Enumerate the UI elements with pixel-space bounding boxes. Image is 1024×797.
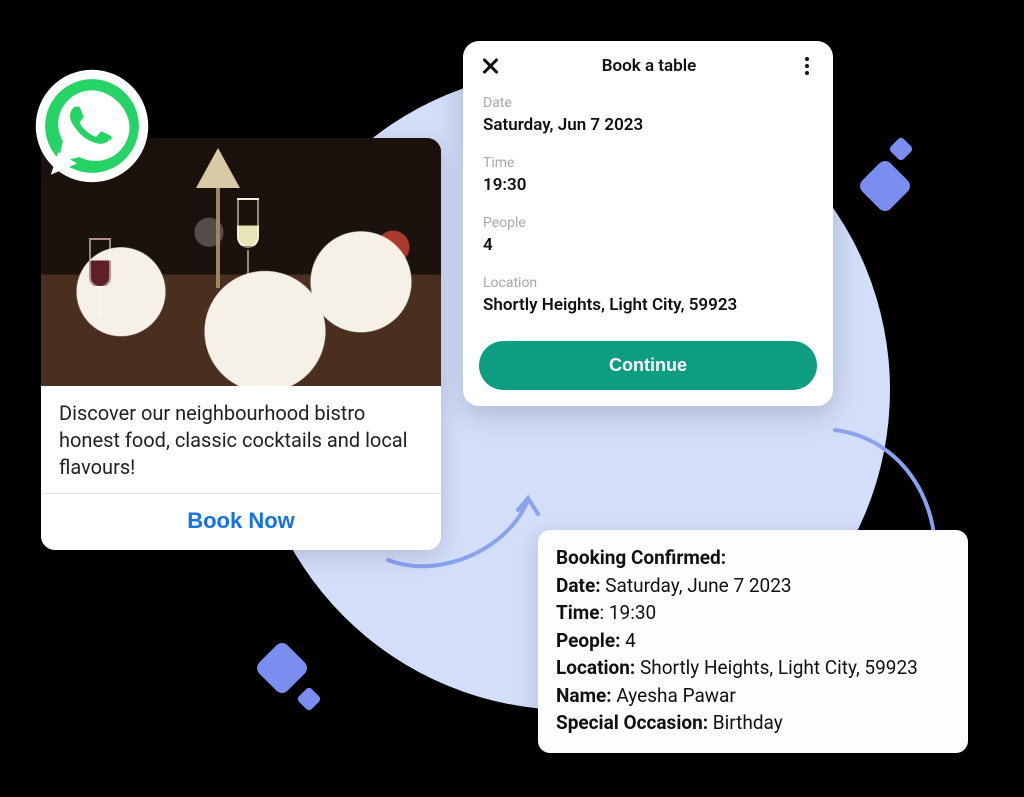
continue-button[interactable]: Continue [479, 341, 817, 390]
decorative-diamond [888, 136, 913, 161]
confirmation-date: Date: Saturday, June 7 2023 [556, 572, 950, 600]
panel-header: Book a table [463, 41, 833, 87]
whatsapp-logo-icon [32, 66, 152, 186]
book-now-button[interactable]: Book Now [41, 494, 441, 550]
more-options-icon[interactable] [797, 57, 817, 75]
booking-panel: Book a table Date Time People Location C… [463, 41, 833, 406]
confirmation-time: Time: 19:30 [556, 599, 950, 627]
confirmation-card: Booking Confirmed: Date: Saturday, June … [538, 530, 968, 753]
field-label: Time [483, 155, 813, 171]
confirmation-name: Name: Ayesha Pawar [556, 682, 950, 710]
promo-description: Discover our neighbourhood bistro honest… [41, 386, 441, 493]
people-input[interactable] [483, 233, 813, 265]
confirmation-location: Location: Shortly Heights, Light City, 5… [556, 654, 950, 682]
close-icon[interactable] [479, 55, 501, 77]
decorative-diamond [857, 158, 914, 215]
field-label: Date [483, 95, 813, 111]
field-label: People [483, 215, 813, 231]
date-field[interactable]: Date [463, 87, 833, 147]
field-label: Location [483, 275, 813, 291]
decorative-diamond [296, 686, 321, 711]
people-field[interactable]: People [463, 207, 833, 267]
location-field[interactable]: Location [463, 267, 833, 327]
date-input[interactable] [483, 113, 813, 145]
location-input[interactable] [483, 293, 813, 325]
promo-card: Discover our neighbourhood bistro honest… [41, 138, 441, 550]
panel-title: Book a table [602, 56, 697, 76]
decorative-diamond [254, 640, 311, 697]
confirmation-heading: Booking Confirmed: [556, 544, 950, 572]
time-input[interactable] [483, 173, 813, 205]
confirmation-people: People: 4 [556, 627, 950, 655]
confirmation-occasion: Special Occasion: Birthday [556, 709, 950, 737]
time-field[interactable]: Time [463, 147, 833, 207]
